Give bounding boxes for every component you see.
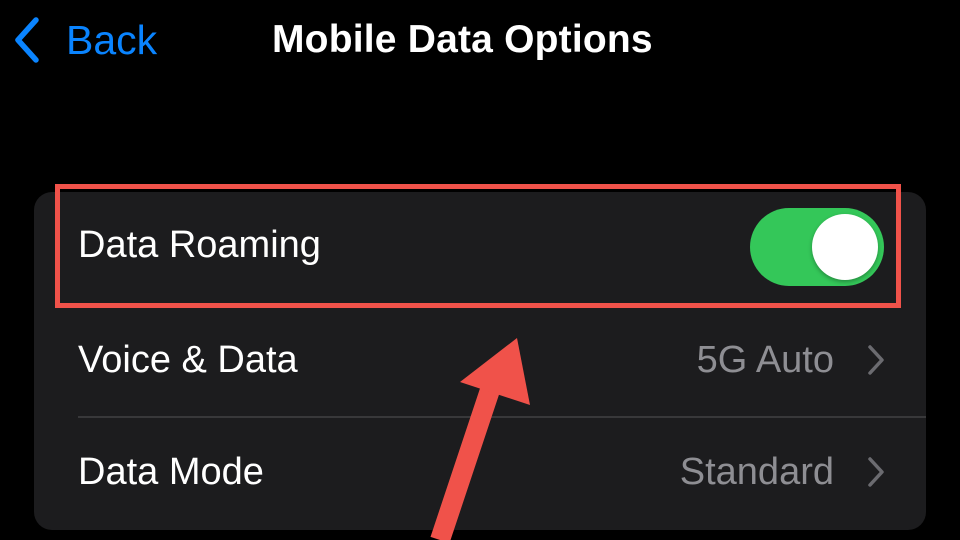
data-roaming-toggle[interactable]	[750, 208, 884, 286]
toggle-knob	[812, 214, 878, 280]
chevron-right-icon	[868, 457, 884, 487]
navigation-bar: Back Mobile Data Options	[0, 0, 960, 80]
voice-data-label: Voice & Data	[78, 339, 298, 381]
back-label: Back	[66, 17, 158, 63]
data-mode-row[interactable]: Data Mode Standard	[34, 416, 926, 528]
page-title: Mobile Data Options	[272, 18, 653, 61]
data-mode-label: Data Mode	[78, 451, 264, 493]
data-roaming-label: Data Roaming	[78, 224, 321, 266]
voice-data-row[interactable]: Voice & Data 5G Auto	[34, 304, 926, 416]
data-roaming-row: Data Roaming	[34, 192, 926, 304]
back-button[interactable]: Back	[12, 12, 157, 68]
chevron-left-icon	[15, 17, 39, 63]
voice-data-value: 5G Auto	[696, 339, 834, 381]
mobile-data-settings-group: Data Roaming Voice & Data 5G Auto Data M…	[34, 192, 926, 530]
chevron-right-icon	[868, 345, 884, 375]
data-mode-value: Standard	[679, 451, 834, 493]
